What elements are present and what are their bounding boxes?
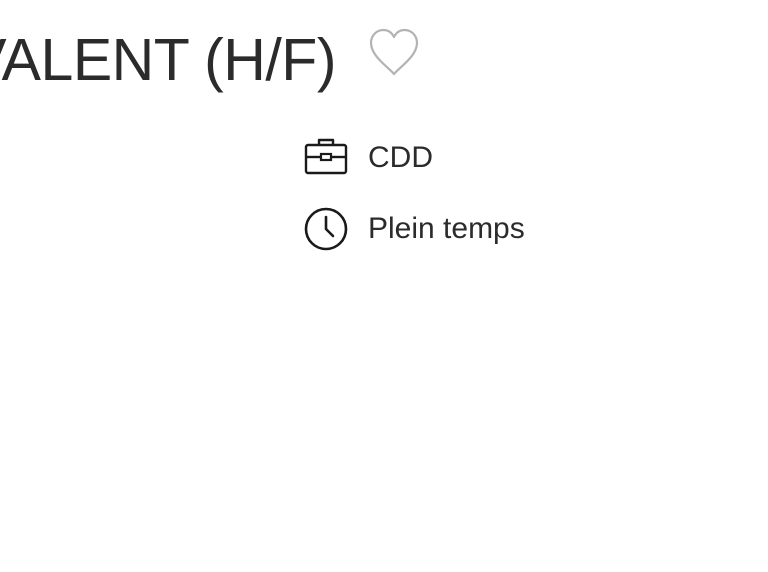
favorite-button[interactable] — [368, 28, 420, 78]
job-offer-header: VALENT (H/F) CDD Plein temps — [0, 0, 768, 572]
job-meta-list: CDD Plein temps — [304, 136, 525, 278]
contract-type-label: CDD — [368, 141, 433, 174]
clock-icon — [304, 207, 348, 251]
heart-outline-icon — [369, 28, 419, 76]
job-title: VALENT (H/F) — [0, 27, 336, 93]
work-time-label: Plein temps — [368, 212, 525, 245]
briefcase-icon — [304, 138, 348, 175]
work-time-item: Plein temps — [304, 207, 525, 251]
contract-type-item: CDD — [304, 136, 525, 180]
